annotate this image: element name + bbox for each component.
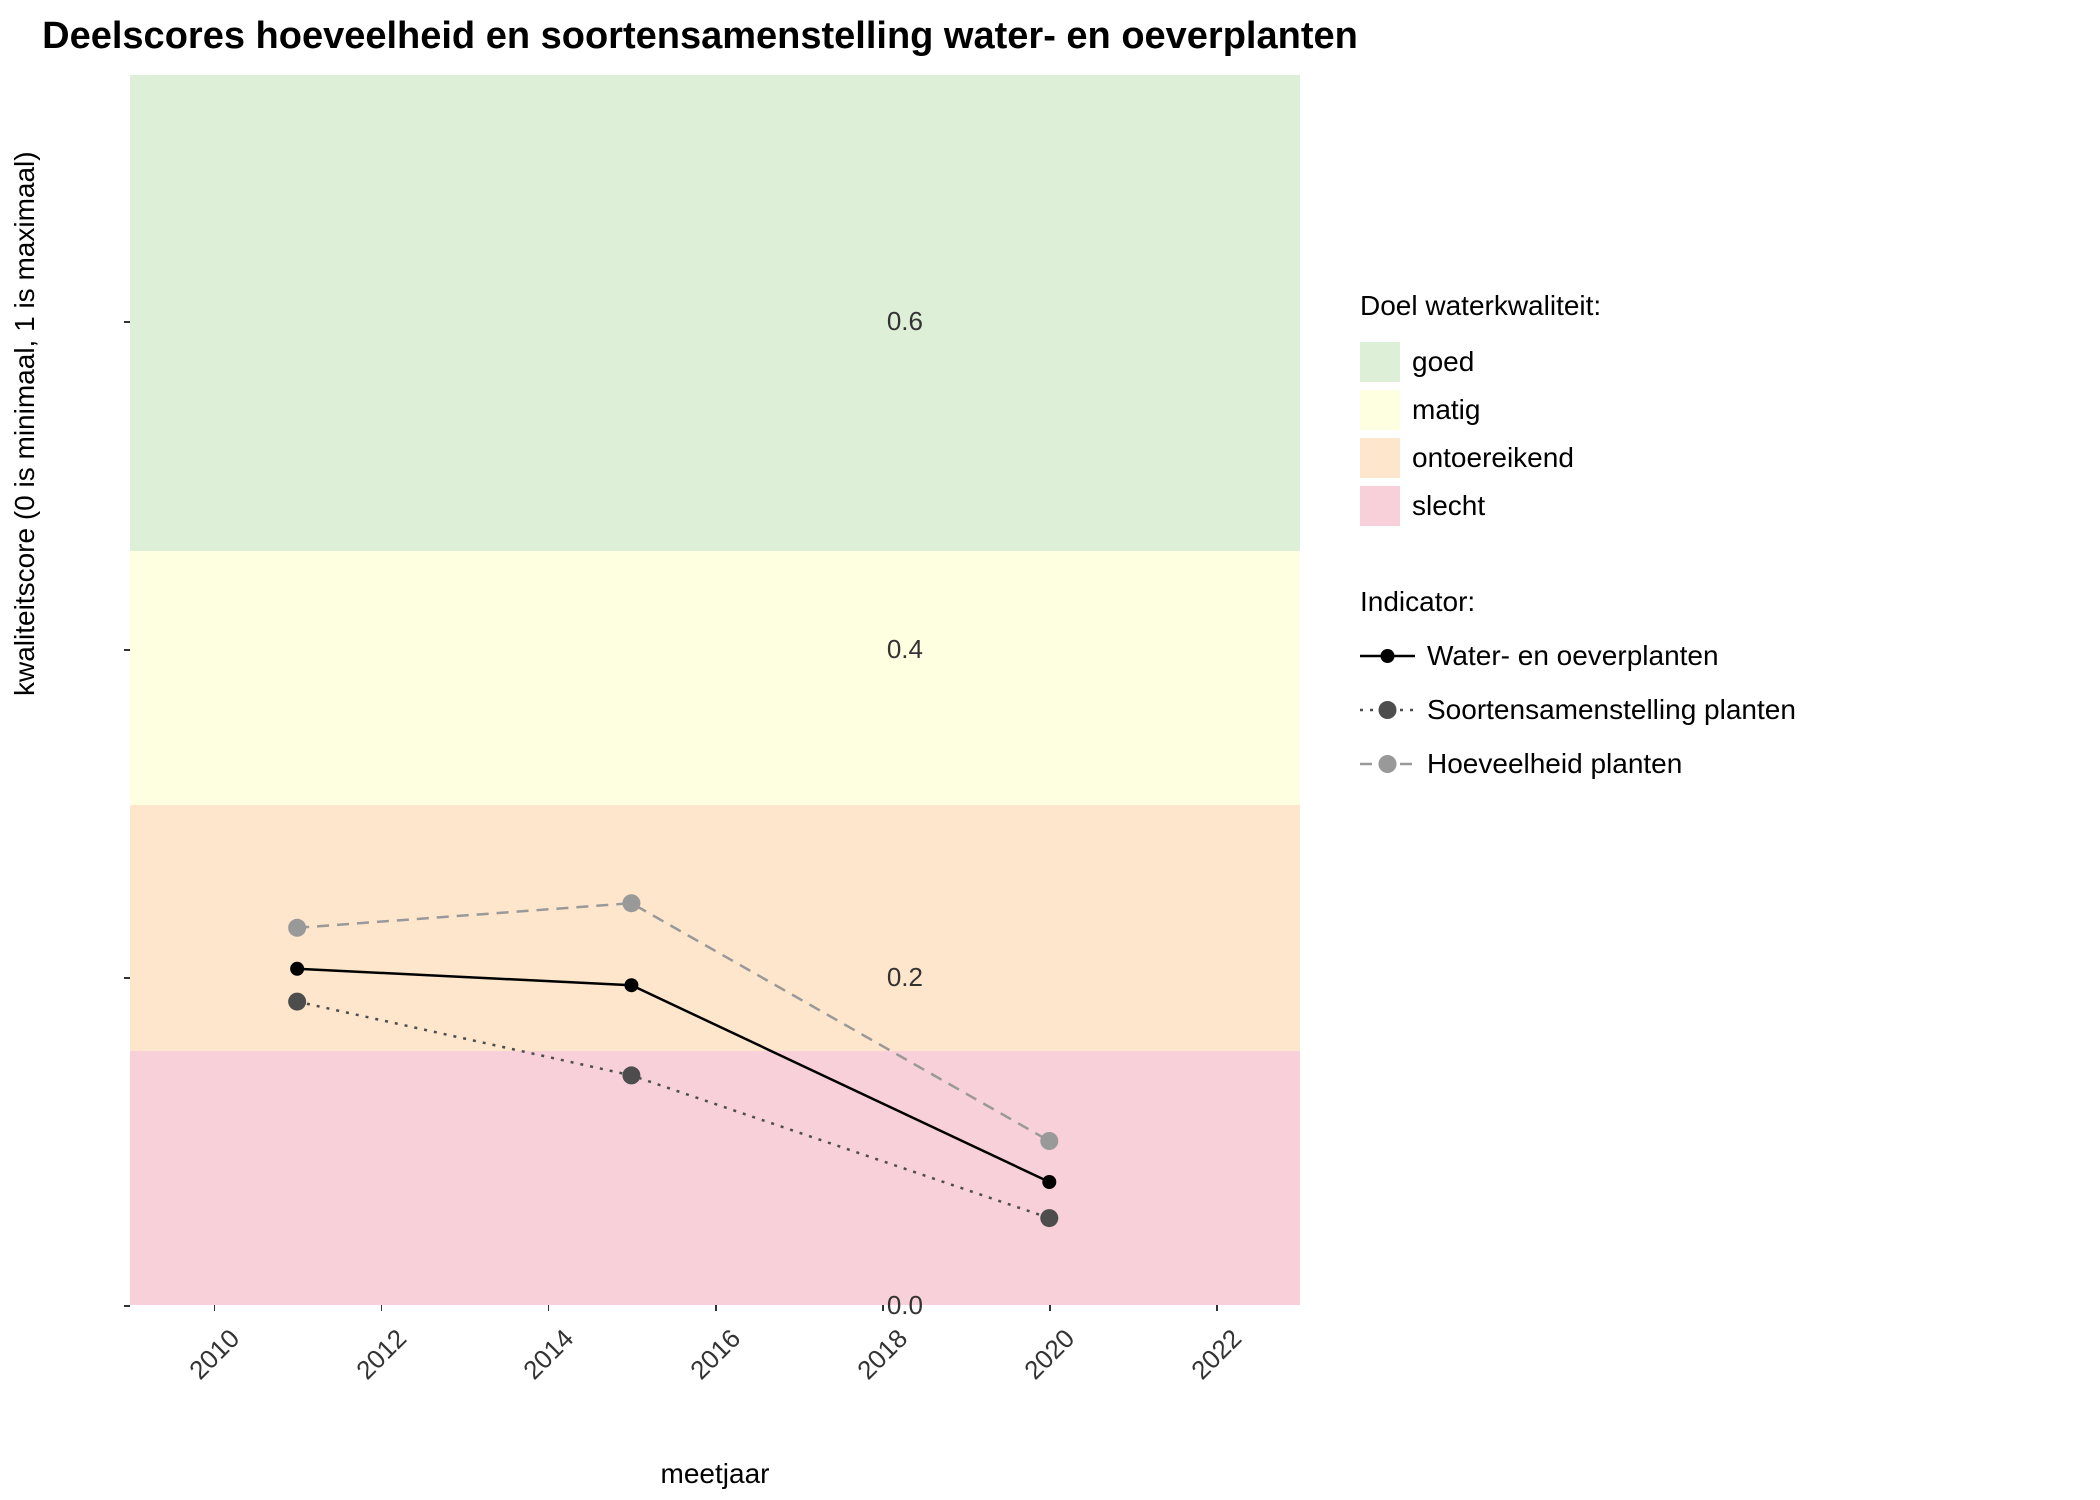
legend-line-swatch <box>1360 746 1415 782</box>
series-line-2 <box>297 903 1049 1141</box>
legend-indicator-item: Water- en oeverplanten <box>1360 638 2010 674</box>
legend-bands-section: Doel waterkwaliteit: goed matig ontoereike… <box>1360 290 2010 526</box>
legend-band-label: goed <box>1412 346 1474 378</box>
legend-band-item: ontoereikend <box>1360 438 2010 478</box>
legend: Doel waterkwaliteit: goed matig ontoereike… <box>1360 290 2010 842</box>
legend-line-swatch <box>1360 638 1415 674</box>
x-tick-label: 2016 <box>676 1323 747 1394</box>
data-point <box>290 962 304 976</box>
x-tick-mark <box>381 1305 383 1311</box>
x-tick-mark <box>1049 1305 1051 1311</box>
legend-swatch <box>1360 342 1400 382</box>
y-tick-label: 0.0 <box>863 1290 923 1321</box>
data-point <box>1040 1209 1058 1227</box>
legend-indicator-item: Soortensamenstelling planten <box>1360 692 2010 728</box>
legend-band-label: ontoereikend <box>1412 442 1574 474</box>
chart-container: Deelscores hoeveelheid en soortensamenst… <box>0 0 2100 1500</box>
data-point <box>624 978 638 992</box>
y-tick-mark <box>124 649 130 651</box>
data-point <box>1042 1175 1056 1189</box>
x-tick-mark <box>882 1305 884 1311</box>
legend-band-item: matig <box>1360 390 2010 430</box>
y-tick-mark <box>124 977 130 979</box>
series-line-1 <box>297 1002 1049 1218</box>
data-point <box>288 993 306 1011</box>
x-tick-mark <box>715 1305 717 1311</box>
legend-indicator-label: Soortensamenstelling planten <box>1427 694 1796 726</box>
y-tick-label: 0.2 <box>863 962 923 993</box>
y-tick-mark <box>124 321 130 323</box>
data-point <box>622 894 640 912</box>
x-tick-label: 2014 <box>508 1323 579 1394</box>
data-point <box>622 1066 640 1084</box>
chart-title: Deelscores hoeveelheid en soortensamenst… <box>0 15 1400 58</box>
x-tick-mark <box>1216 1305 1218 1311</box>
legend-bands-list: goed matig ontoereikend slecht <box>1360 342 2010 526</box>
legend-band-item: goed <box>1360 342 2010 382</box>
legend-band-label: matig <box>1412 394 1480 426</box>
x-tick-label: 2018 <box>843 1323 914 1394</box>
y-tick-mark <box>124 1305 130 1307</box>
legend-indicator-label: Hoeveelheid planten <box>1427 748 1682 780</box>
y-tick-label: 0.4 <box>863 634 923 665</box>
x-axis-label: meetjaar <box>130 1458 1300 1490</box>
legend-swatch <box>1360 438 1400 478</box>
x-tick-mark <box>214 1305 216 1311</box>
x-tick-label: 2012 <box>341 1323 412 1394</box>
legend-band-title: Doel waterkwaliteit: <box>1360 290 2010 322</box>
legend-band-item: slecht <box>1360 486 2010 526</box>
chart-lines-svg <box>130 75 1300 1305</box>
legend-band-label: slecht <box>1412 490 1485 522</box>
legend-indicator-label: Water- en oeverplanten <box>1427 640 1719 672</box>
data-point <box>288 919 306 937</box>
legend-indicators-list: Water- en oeverplanten Soortensamenstelli… <box>1360 638 2010 782</box>
legend-indicators-section: Indicator: Water- en oeverplanten Soorten… <box>1360 586 2010 782</box>
legend-swatch <box>1360 390 1400 430</box>
y-tick-label: 0.6 <box>863 306 923 337</box>
x-tick-label: 2020 <box>1010 1323 1081 1394</box>
y-axis-label: kwaliteitscore (0 is minimaal, 1 is maxi… <box>9 151 41 696</box>
x-tick-label: 2010 <box>174 1323 245 1394</box>
legend-indicator-item: Hoeveelheid planten <box>1360 746 2010 782</box>
x-tick-mark <box>548 1305 550 1311</box>
legend-line-swatch <box>1360 692 1415 728</box>
legend-indicator-title: Indicator: <box>1360 586 2010 618</box>
legend-swatch <box>1360 486 1400 526</box>
data-point <box>1040 1132 1058 1150</box>
x-tick-label: 2022 <box>1177 1323 1248 1394</box>
